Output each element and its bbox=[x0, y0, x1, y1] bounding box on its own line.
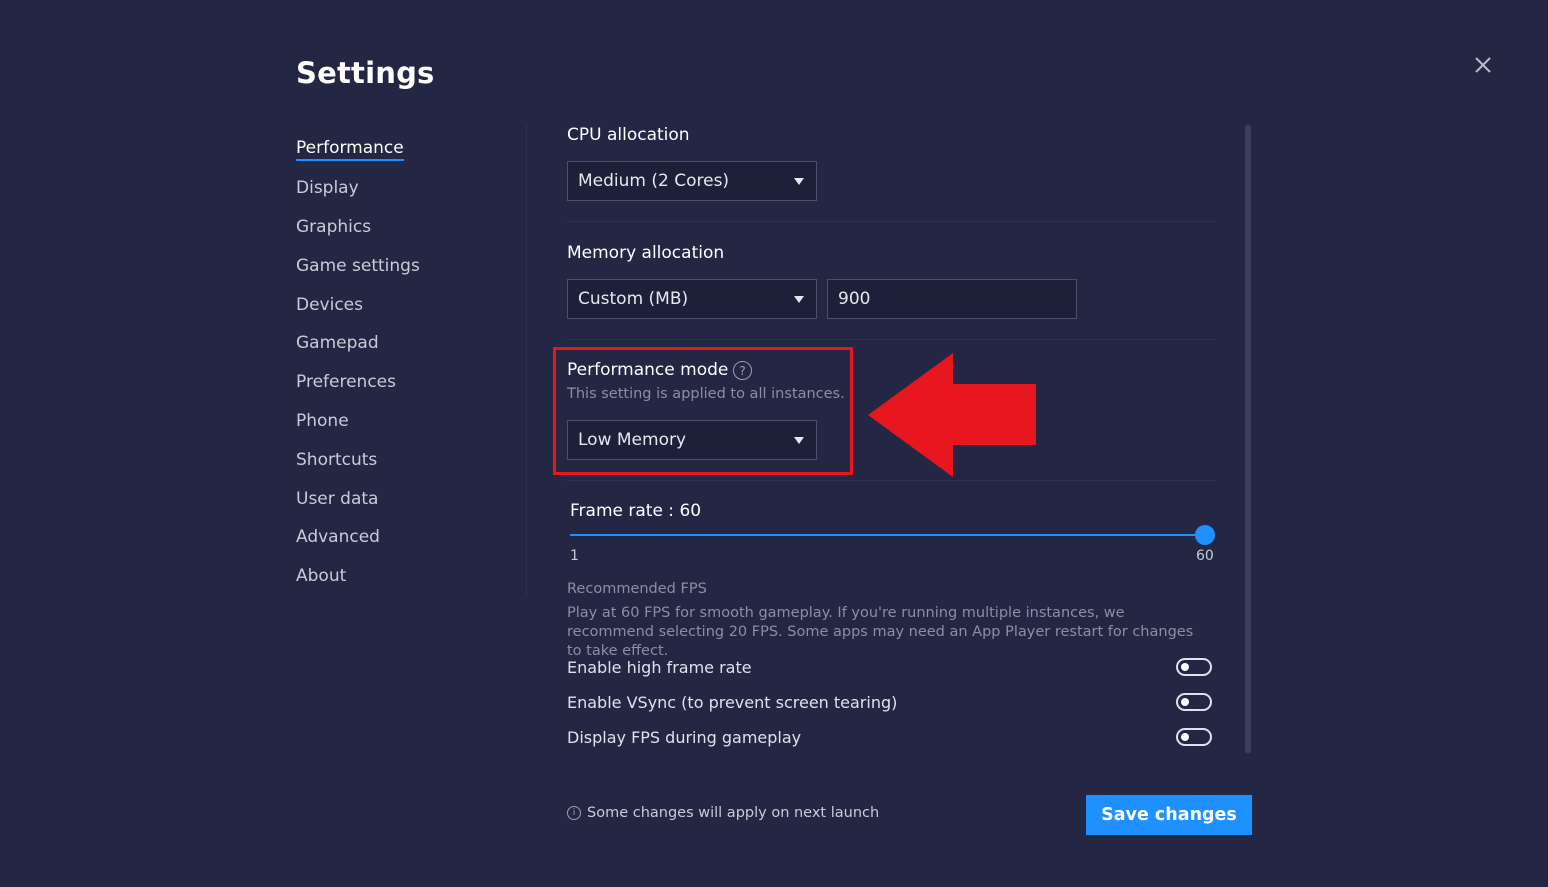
sidebar-divider bbox=[526, 125, 527, 595]
footer-note: i Some changes will apply on next launch bbox=[567, 805, 879, 821]
sidebar-item-phone[interactable]: Phone bbox=[296, 402, 420, 441]
sidebar-item-label: About bbox=[296, 566, 347, 587]
toggle-label-vsync: Enable VSync (to prevent screen tearing) bbox=[567, 693, 898, 712]
sidebar-item-label: Advanced bbox=[296, 527, 380, 548]
sidebar-item-label: Graphics bbox=[296, 216, 372, 237]
close-icon[interactable] bbox=[1470, 52, 1496, 78]
cpu-allocation-label: CPU allocation bbox=[567, 125, 690, 145]
section-divider bbox=[567, 339, 1216, 340]
sidebar-item-gamepad[interactable]: Gamepad bbox=[296, 324, 420, 363]
frame-rate-label: Frame rate : 60 bbox=[570, 501, 702, 521]
page-title: Settings bbox=[296, 56, 435, 90]
scrollbar[interactable] bbox=[1245, 125, 1251, 753]
settings-window: Settings Performance Display Graphics Ga… bbox=[0, 0, 1548, 887]
cpu-allocation-value: Medium (2 Cores) bbox=[578, 171, 730, 191]
high-frame-rate-toggle[interactable] bbox=[1176, 658, 1212, 676]
sidebar-item-shortcuts[interactable]: Shortcuts bbox=[296, 440, 420, 479]
sidebar-item-graphics[interactable]: Graphics bbox=[296, 208, 420, 247]
sidebar-item-advanced[interactable]: Advanced bbox=[296, 518, 420, 557]
sidebar-item-label: Shortcuts bbox=[296, 449, 378, 470]
memory-custom-input[interactable] bbox=[827, 279, 1077, 319]
memory-allocation-select[interactable]: Custom (MB) bbox=[567, 279, 817, 319]
sidebar-item-preferences[interactable]: Preferences bbox=[296, 363, 420, 402]
cpu-allocation-select[interactable]: Medium (2 Cores) bbox=[567, 161, 817, 201]
slider-max-label: 60 bbox=[1196, 548, 1214, 564]
section-divider bbox=[567, 480, 1216, 481]
sidebar-item-label: Gamepad bbox=[296, 333, 379, 354]
save-changes-button[interactable]: Save changes bbox=[1086, 795, 1252, 835]
sidebar-item-display[interactable]: Display bbox=[296, 169, 420, 208]
toggle-knob bbox=[1181, 698, 1189, 706]
section-divider bbox=[567, 221, 1216, 222]
toggle-label-high-frame-rate: Enable high frame rate bbox=[567, 658, 752, 677]
toggle-knob bbox=[1181, 663, 1189, 671]
toggle-label-display-fps: Display FPS during gameplay bbox=[567, 728, 802, 747]
sidebar-item-about[interactable]: About bbox=[296, 557, 420, 596]
chevron-down-icon bbox=[794, 296, 804, 303]
info-icon: i bbox=[567, 806, 581, 820]
sidebar-item-devices[interactable]: Devices bbox=[296, 285, 420, 324]
sidebar-item-label: Display bbox=[296, 178, 359, 199]
frame-rate-slider-track[interactable] bbox=[570, 534, 1204, 536]
sidebar-item-user-data[interactable]: User data bbox=[296, 479, 420, 518]
vsync-toggle[interactable] bbox=[1176, 693, 1212, 711]
recommended-fps-title: Recommended FPS bbox=[567, 581, 707, 597]
chevron-down-icon bbox=[794, 178, 804, 185]
highlight-box bbox=[553, 347, 853, 475]
sidebar-item-label: Performance bbox=[296, 138, 404, 161]
sidebar-item-game-settings[interactable]: Game settings bbox=[296, 246, 420, 285]
memory-allocation-value: Custom (MB) bbox=[578, 289, 689, 309]
footer-note-text: Some changes will apply on next launch bbox=[587, 805, 880, 821]
frame-rate-slider-handle[interactable] bbox=[1195, 525, 1215, 545]
slider-min-label: 1 bbox=[570, 548, 579, 564]
settings-sidebar: Performance Display Graphics Game settin… bbox=[296, 130, 420, 596]
sidebar-item-label: Phone bbox=[296, 410, 349, 431]
sidebar-item-label: Preferences bbox=[296, 372, 396, 393]
recommended-fps-text: Play at 60 FPS for smooth gameplay. If y… bbox=[567, 605, 1194, 659]
sidebar-item-performance[interactable]: Performance bbox=[296, 130, 420, 169]
red-arrow-annotation bbox=[868, 353, 1036, 477]
toggle-knob bbox=[1181, 733, 1189, 741]
sidebar-item-label: Game settings bbox=[296, 255, 420, 276]
display-fps-toggle[interactable] bbox=[1176, 728, 1212, 746]
sidebar-item-label: Devices bbox=[296, 294, 363, 315]
memory-allocation-label: Memory allocation bbox=[567, 243, 725, 263]
sidebar-item-label: User data bbox=[296, 488, 379, 509]
